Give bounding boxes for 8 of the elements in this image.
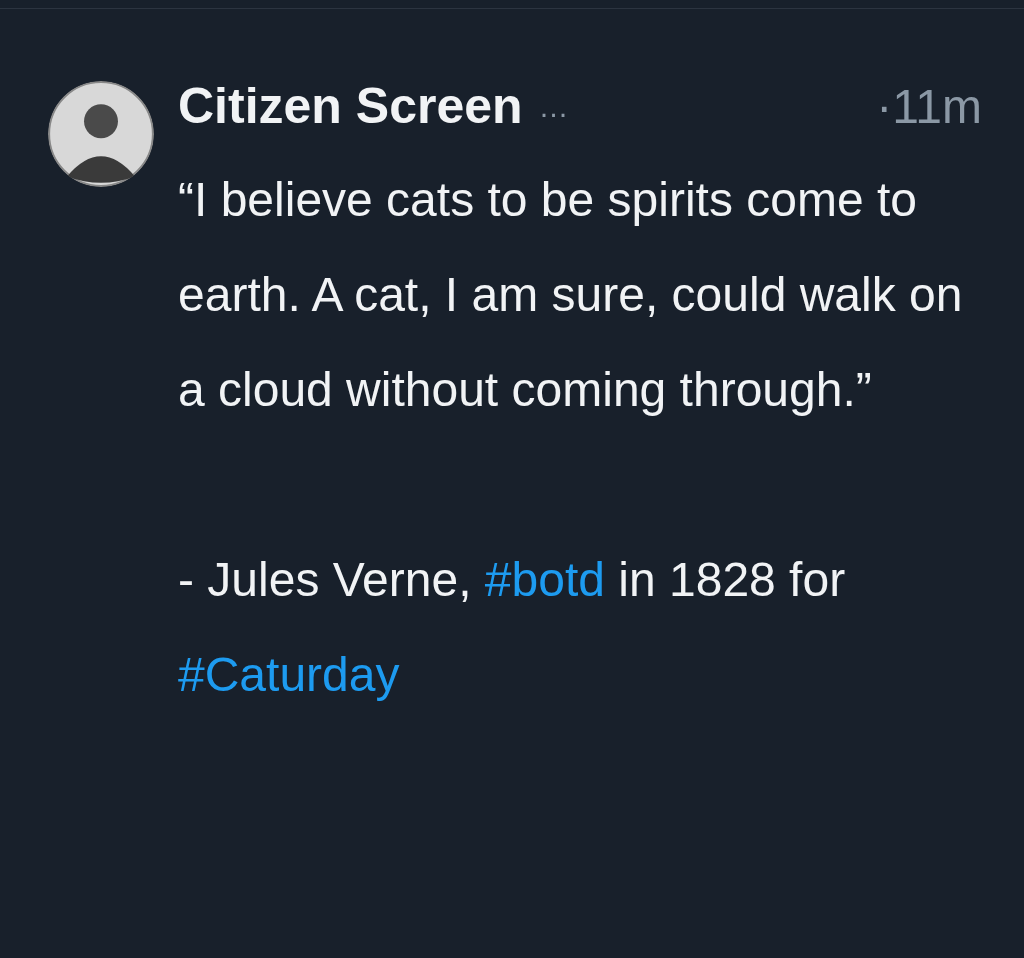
hashtag-link[interactable]: #botd <box>484 553 605 606</box>
post-time[interactable]: ·11m <box>876 70 982 143</box>
post-text: “I believe cats to be spirits come to earth. A cat, I am sure, could walk on a cloud without coming through.” <box>178 172 964 418</box>
avatar-icon[interactable] <box>48 81 154 187</box>
truncation-ellipsis: … <box>538 89 569 125</box>
hashtag-link[interactable]: #Caturday <box>178 648 400 701</box>
author-name[interactable]: Citizen Screen <box>178 69 523 144</box>
attribution-text: - Jules Verne, #botd in 1828 for #Caturday <box>178 552 847 703</box>
